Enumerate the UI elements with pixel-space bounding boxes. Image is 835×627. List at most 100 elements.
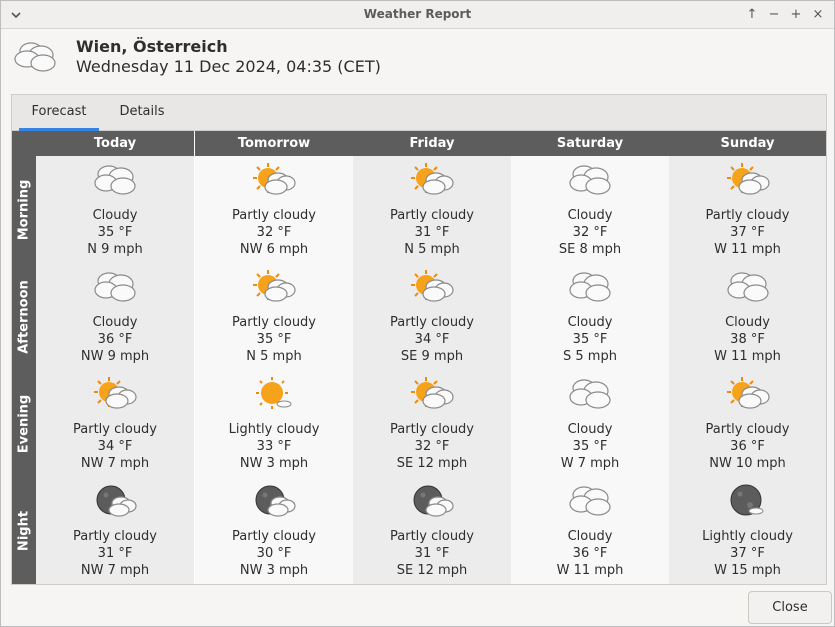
forecast-cell: Partly cloudy 31 °F SE 12 mph (353, 477, 511, 584)
wind-text: SE 12 mph (396, 563, 468, 578)
period-header: Afternoon (12, 263, 36, 370)
partly-cloudy-day-icon (411, 270, 454, 302)
day-header: Saturday (511, 131, 669, 156)
day-header: Tomorrow (195, 131, 353, 156)
minimize-icon[interactable]: − (766, 5, 782, 25)
forecast-cell: Cloudy 38 °F W 11 mph (669, 263, 826, 370)
forecast-cell: Cloudy 36 °F W 11 mph (511, 477, 669, 584)
forecast-cell: Partly cloudy 32 °F NW 6 mph (195, 156, 353, 263)
temperature-text: 32 °F (414, 439, 450, 454)
forecast-cell: Cloudy 36 °F NW 9 mph (36, 263, 194, 370)
wind-text: NW 3 mph (239, 563, 309, 578)
condition-text: Cloudy (567, 315, 613, 330)
partly-cloudy-night-icon (413, 485, 454, 517)
temperature-text: 31 °F (414, 225, 450, 240)
wind-text: SE 8 mph (558, 242, 622, 257)
condition-text: Partly cloudy (232, 208, 316, 223)
forecast-cell: Lightly cloudy 37 °F W 15 mph (669, 477, 826, 584)
condition-text: Lightly cloudy (702, 529, 793, 544)
condition-text: Cloudy (92, 315, 138, 330)
wind-text: W 7 mph (560, 456, 620, 471)
period-header: Morning (12, 156, 36, 263)
temperature-text: 35 °F (256, 332, 292, 347)
wind-text: W 15 mph (714, 563, 781, 578)
temperature-text: 35 °F (572, 332, 608, 347)
wind-text: NW 7 mph (80, 563, 150, 578)
condition-text: Partly cloudy (390, 315, 474, 330)
weather-report-window: Weather Report ↑ − + × Wien, Österreich … (0, 0, 835, 627)
forecast-cell: Cloudy 32 °F SE 8 mph (511, 156, 669, 263)
forecast-cell: Partly cloudy 31 °F N 5 mph (353, 156, 511, 263)
wind-text: W 11 mph (714, 349, 781, 364)
cloudy-icon (569, 272, 611, 302)
temperature-text: 33 °F (256, 439, 292, 454)
cloudy-icon (14, 42, 56, 72)
forecast-cell: Cloudy 35 °F S 5 mph (511, 263, 669, 370)
wind-text: NW 7 mph (80, 456, 150, 471)
wind-text: W 11 mph (556, 563, 624, 578)
grid-corner (12, 131, 36, 156)
cloudy-icon (569, 379, 611, 409)
temperature-text: 35 °F (572, 439, 608, 454)
partly-cloudy-day-icon (726, 163, 770, 195)
condition-text: Partly cloudy (232, 315, 316, 330)
period-label: Morning (16, 179, 32, 240)
forecast-grid: Today Tomorrow Friday Saturday Sunday Morning… (12, 131, 826, 584)
partly-cloudy-day-icon (253, 270, 296, 302)
partly-cloudy-night-icon (255, 485, 296, 517)
cloudy-icon (94, 272, 136, 302)
condition-text: Cloudy (567, 529, 613, 544)
temperature-text: 32 °F (572, 225, 608, 240)
cloudy-icon (94, 165, 136, 195)
maximize-icon[interactable]: + (788, 5, 804, 25)
condition-text: Partly cloudy (390, 208, 474, 223)
wind-text: NW 10 mph (709, 456, 786, 471)
wind-text: W 11 mph (714, 242, 781, 257)
titlebar[interactable]: Weather Report ↑ − + × (1, 1, 834, 29)
day-header: Friday (353, 131, 511, 156)
forecast-cell: Partly cloudy 30 °F NW 3 mph (195, 477, 353, 584)
day-header: Sunday (669, 131, 826, 156)
cloudy-icon (569, 486, 611, 516)
wind-text: SE 12 mph (396, 456, 468, 471)
condition-text: Cloudy (92, 208, 138, 223)
partly-cloudy-day-icon (726, 377, 770, 409)
period-header: Night (12, 477, 36, 584)
temperature-text: 36 °F (97, 332, 133, 347)
close-button[interactable]: Close (748, 591, 832, 624)
forecast-notebook: Forecast Details Today Tomorrow Friday Satu… (11, 94, 827, 585)
keep-above-icon[interactable]: ↑ (744, 5, 760, 25)
temperature-text: 32 °F (256, 225, 292, 240)
period-label: Afternoon (16, 279, 32, 354)
close-window-icon[interactable]: × (810, 5, 826, 25)
condition-text: Partly cloudy (390, 529, 474, 544)
condition-text: Partly cloudy (232, 529, 316, 544)
temperature-text: 35 °F (97, 225, 133, 240)
forecast-cell: Partly cloudy 34 °F NW 7 mph (36, 370, 194, 477)
condition-text: Partly cloudy (705, 208, 790, 223)
condition-text: Lightly cloudy (228, 422, 320, 437)
temperature-text: 36 °F (730, 439, 765, 454)
wind-text: SE 9 mph (400, 349, 464, 364)
period-label: Evening (16, 394, 32, 453)
forecast-cell: Cloudy 35 °F W 7 mph (511, 370, 669, 477)
wind-text: N 5 mph (246, 349, 302, 364)
condition-text: Cloudy (567, 422, 613, 437)
window-title: Weather Report (363, 7, 472, 21)
partly-cloudy-day-icon (411, 163, 454, 195)
forecast-cell: Lightly cloudy 33 °F NW 3 mph (195, 370, 353, 477)
location-name: Wien, Österreich (76, 37, 228, 56)
forecast-cell: Cloudy 35 °F N 9 mph (36, 156, 194, 263)
condition-text: Partly cloudy (73, 422, 157, 437)
temperature-text: 34 °F (97, 439, 133, 454)
tab-forecast[interactable]: Forecast (19, 95, 99, 131)
temperature-text: 36 °F (572, 546, 608, 561)
wind-text: NW 6 mph (239, 242, 309, 257)
temperature-text: 38 °F (730, 332, 765, 347)
wind-text: N 5 mph (404, 242, 460, 257)
condition-text: Partly cloudy (390, 422, 474, 437)
forecast-cell: Partly cloudy 36 °F NW 10 mph (669, 370, 826, 477)
report-datetime: Wednesday 11 Dec 2024, 04:35 (CET) (76, 57, 381, 76)
tab-details[interactable]: Details (110, 95, 174, 131)
period-header: Evening (12, 370, 36, 477)
